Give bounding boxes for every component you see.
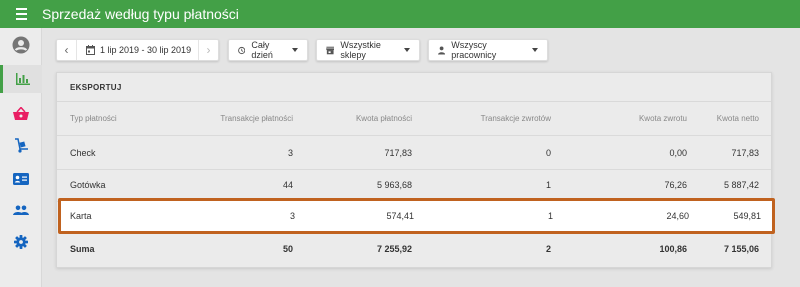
table-cell: Suma [70, 244, 95, 254]
table-cell: 3 [289, 211, 295, 221]
table-cell: 7 155,06 [723, 244, 759, 254]
table-cell: 0 [545, 147, 551, 158]
people-icon[interactable] [0, 196, 42, 224]
table-cell: 5 963,68 [376, 179, 412, 190]
calendar-icon [86, 45, 95, 55]
gear-icon[interactable] [0, 228, 42, 256]
report-card: EKSPORTUJ Typ płatności Transakcje płatn… [56, 72, 772, 268]
next-period-button[interactable]: › [198, 40, 218, 60]
export-button[interactable]: EKSPORTUJ [70, 83, 122, 92]
employee-filter-label: Wszyscy pracownicy [451, 40, 497, 60]
table-cell: 24,60 [666, 211, 689, 221]
caret-down-icon [532, 48, 538, 52]
table-cell: 100,86 [659, 244, 687, 254]
table-cell: Gotówka [70, 179, 106, 190]
table-cell: 717,83 [384, 147, 412, 158]
table-cell: 44 [282, 179, 293, 190]
app-bar: Sprzedaż według typu płatności [0, 0, 800, 28]
date-range-picker: ‹ 1 lip 2019 - 30 lip 2019 › [56, 39, 219, 61]
column-header: Transakcje zwrotów [480, 114, 551, 123]
table-cell: 717,83 [731, 147, 759, 158]
table-cell: 0,00 [669, 147, 687, 158]
person-icon [438, 46, 446, 55]
id-card-icon[interactable] [0, 165, 42, 193]
column-header: Transakcje płatności [220, 114, 293, 123]
time-filter-label: Cały dzień [251, 40, 273, 60]
caret-down-icon [292, 48, 298, 52]
table-total-row: Suma 50 7 255,92 2 100,86 7 155,06 [57, 232, 771, 266]
column-header: Kwota płatności [355, 114, 412, 123]
account-circle-icon[interactable] [0, 31, 42, 59]
table-cell: 574,41 [386, 211, 414, 221]
sidebar [0, 28, 42, 287]
bar-chart-icon[interactable] [0, 65, 42, 93]
previous-period-button[interactable]: ‹ [57, 40, 77, 60]
table-cell: 549,81 [733, 211, 761, 221]
store-filter-dropdown[interactable]: Wszystkie sklepy [316, 39, 420, 61]
table-cell: 1 [545, 179, 551, 190]
table-row: Check 3 717,83 0 0,00 717,83 [57, 136, 771, 170]
table-cell: 5 887,42 [723, 179, 759, 190]
column-header: Typ płatności [70, 114, 117, 123]
page-title: Sprzedaż według typu płatności [42, 6, 239, 22]
table-cell: 3 [287, 147, 293, 158]
basket-icon[interactable] [0, 99, 42, 127]
date-range-button[interactable]: 1 lip 2019 - 30 lip 2019 [77, 45, 198, 55]
table-cell: 1 [547, 211, 553, 221]
table-cell: 7 255,92 [376, 244, 412, 254]
table-row: Gotówka 44 5 963,68 1 76,26 5 887,42 [57, 168, 771, 202]
table-cell: Check [70, 147, 96, 158]
date-range-label: 1 lip 2019 - 30 lip 2019 [100, 45, 192, 55]
table-cell: Karta [70, 211, 92, 221]
chevron-left-icon: ‹ [64, 43, 69, 57]
chevron-right-icon: › [206, 43, 211, 57]
table-cell: 50 [282, 244, 293, 254]
caret-down-icon [404, 48, 410, 52]
column-header: Kwota netto [716, 114, 759, 123]
clock-icon [238, 46, 246, 54]
employee-filter-dropdown[interactable]: Wszyscy pracownicy [428, 39, 548, 61]
table-header-row: Typ płatności Transakcje płatności Kwota… [57, 102, 771, 136]
hand-truck-icon[interactable] [0, 131, 42, 159]
highlighted-table-row: Karta 3 574,41 1 24,60 549,81 [58, 198, 775, 234]
column-header: Kwota zwrotu [638, 114, 687, 123]
store-icon [326, 46, 335, 54]
hamburger-menu-icon[interactable] [0, 0, 42, 28]
store-filter-label: Wszystkie sklepy [340, 40, 381, 60]
table-cell: 76,26 [664, 179, 687, 190]
time-filter-dropdown[interactable]: Cały dzień [228, 39, 308, 61]
table-cell: 2 [545, 244, 551, 254]
